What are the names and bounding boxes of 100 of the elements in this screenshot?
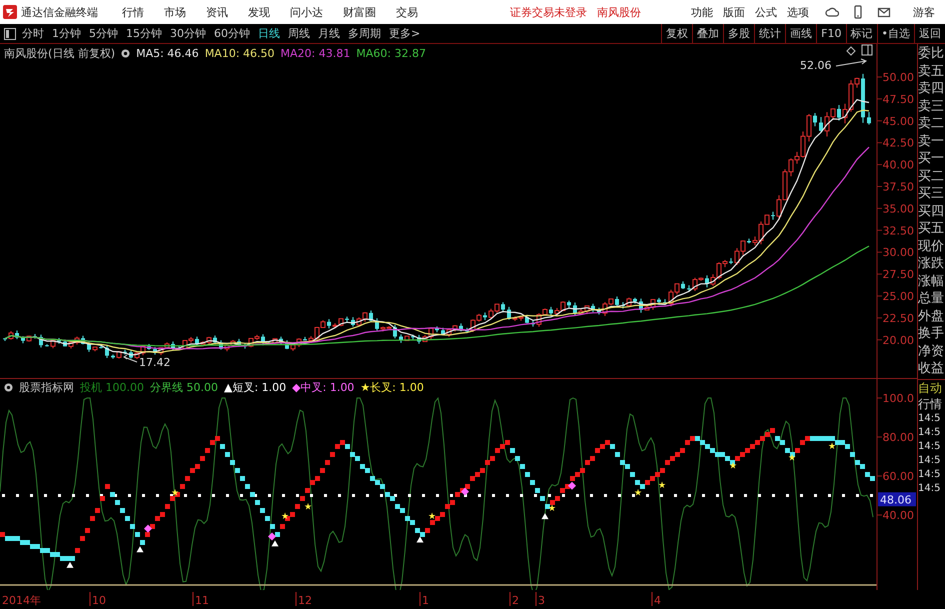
- candlestick: [633, 297, 637, 304]
- period-tab[interactable]: 月线: [318, 26, 340, 41]
- toolbar-button[interactable]: 统计: [754, 24, 786, 43]
- user-label[interactable]: 游客: [913, 4, 935, 20]
- period-tab[interactable]: 多周期: [348, 26, 381, 41]
- candlestick: [663, 298, 667, 304]
- toolbar-item[interactable]: 选项: [787, 4, 809, 20]
- period-tab[interactable]: 分时: [22, 26, 44, 41]
- candlestick: [279, 336, 283, 346]
- candlestick: [417, 334, 421, 344]
- candlestick: [411, 334, 415, 340]
- toolbar-button[interactable]: •自选: [876, 24, 914, 43]
- chart-title: 南风股份(日线 前复权): [4, 46, 116, 61]
- period-tab[interactable]: 1分钟: [52, 26, 81, 41]
- trade-time: 14:5: [918, 468, 942, 482]
- candlestick: [747, 238, 751, 244]
- signal-legend: ▲短叉: 1.00: [224, 380, 286, 395]
- price-axis-label: 45.00: [882, 114, 914, 128]
- indicator-axis-label: 80.00: [882, 431, 914, 444]
- panel-tab[interactable]: 行情: [918, 396, 945, 412]
- signal-legend: ★长叉: 1.00: [360, 380, 424, 395]
- period-tab[interactable]: 日线: [258, 26, 280, 41]
- price-axis-label: 50.00: [882, 71, 914, 84]
- candlestick: [111, 354, 115, 360]
- quote-field-label: 总量: [918, 290, 945, 308]
- toolbar-item[interactable]: 版面: [723, 4, 745, 20]
- price-axis-label: 20.00: [882, 334, 914, 347]
- candlestick: [771, 211, 775, 220]
- toolbar-button[interactable]: 复权: [661, 24, 692, 43]
- quote-field-label: 卖一: [918, 132, 945, 150]
- toolbar-button[interactable]: F10: [816, 24, 846, 43]
- candlestick: [729, 258, 733, 265]
- menu-item[interactable]: 交易: [396, 4, 418, 20]
- price-axis-label: 32.50: [882, 224, 914, 238]
- quote-field-label: 买一: [918, 150, 945, 168]
- price-axis-label: 35.00: [882, 202, 914, 216]
- period-tab[interactable]: 15分钟: [126, 26, 162, 41]
- candlestick: [219, 340, 223, 350]
- mail-icon[interactable]: [877, 5, 891, 19]
- candlestick: [213, 334, 217, 345]
- candlestick: [837, 104, 841, 122]
- candlestick: [345, 316, 349, 324]
- panel-tab[interactable]: 自动: [918, 380, 945, 396]
- toolbar-item[interactable]: 功能: [691, 4, 713, 20]
- toolbar-button[interactable]: 多股: [723, 24, 754, 43]
- candlestick: [99, 344, 103, 350]
- status-link[interactable]: 证券交易未登录: [510, 4, 587, 20]
- candlestick: [39, 334, 43, 348]
- toolbar-button[interactable]: 标记: [846, 24, 876, 43]
- candlestick: [57, 338, 61, 344]
- menu-item[interactable]: 资讯: [206, 4, 228, 20]
- candlestick: [87, 342, 91, 352]
- candlestick: [597, 307, 601, 316]
- cloud-icon[interactable]: [825, 5, 839, 19]
- date-axis-label: 10: [92, 594, 106, 607]
- period-tab[interactable]: 5分钟: [89, 26, 118, 41]
- indicator-axis-label: 60.00: [882, 470, 914, 483]
- candlestick: [153, 346, 157, 356]
- status-link[interactable]: 南风股份: [597, 4, 641, 20]
- menu-item[interactable]: 行情: [122, 4, 144, 20]
- period-tab[interactable]: 60分钟: [214, 26, 250, 41]
- menu-item[interactable]: 发现: [248, 4, 270, 20]
- candlestick: [819, 116, 823, 134]
- moving-average-value: MA5: 46.46: [136, 47, 199, 60]
- price-axis-label: 27.50: [882, 268, 914, 282]
- period-tab[interactable]: 周线: [288, 26, 310, 41]
- diamond-icon: [846, 46, 856, 56]
- candlestick: [8, 330, 14, 340]
- date-axis-label: 2: [512, 594, 519, 607]
- quote-field-label: 换手: [918, 325, 945, 342]
- menu-item[interactable]: 财富圈: [343, 4, 376, 20]
- trade-time: 14:5: [918, 412, 942, 426]
- toolbar-button[interactable]: 返回: [914, 24, 945, 43]
- toolbar-button[interactable]: 画线: [785, 24, 816, 43]
- quote-field-label: 买三: [918, 185, 945, 202]
- candlestick: [531, 320, 535, 328]
- candlestick: [285, 340, 289, 350]
- candlestick: [615, 296, 619, 308]
- candlestick: [116, 350, 122, 359]
- date-axis-label: 3: [538, 594, 545, 607]
- period-tab[interactable]: 更多>: [389, 26, 420, 41]
- quote-field-label: 买四: [918, 202, 945, 220]
- date-axis-label: 12: [298, 594, 312, 607]
- candlestick: [465, 327, 469, 334]
- toolbar-button[interactable]: 叠加: [692, 24, 724, 43]
- settings-icon: [121, 49, 130, 58]
- candlestick: [621, 302, 625, 310]
- app-logo-icon[interactable]: [3, 5, 17, 19]
- quote-field-label: 卖三: [918, 98, 945, 115]
- candlestick: [501, 302, 505, 313]
- panel-toggle-icon[interactable]: [4, 28, 16, 40]
- toolbar-item[interactable]: 公式: [755, 4, 777, 20]
- candlestick: [63, 339, 67, 347]
- candlestick: [15, 330, 19, 340]
- candlestick: [351, 316, 355, 328]
- period-tab[interactable]: 30分钟: [170, 26, 206, 41]
- menu-item[interactable]: 市场: [164, 4, 186, 20]
- candlestick: [399, 334, 403, 344]
- menu-item[interactable]: 问小达: [290, 4, 323, 20]
- candlestick: [681, 280, 685, 290]
